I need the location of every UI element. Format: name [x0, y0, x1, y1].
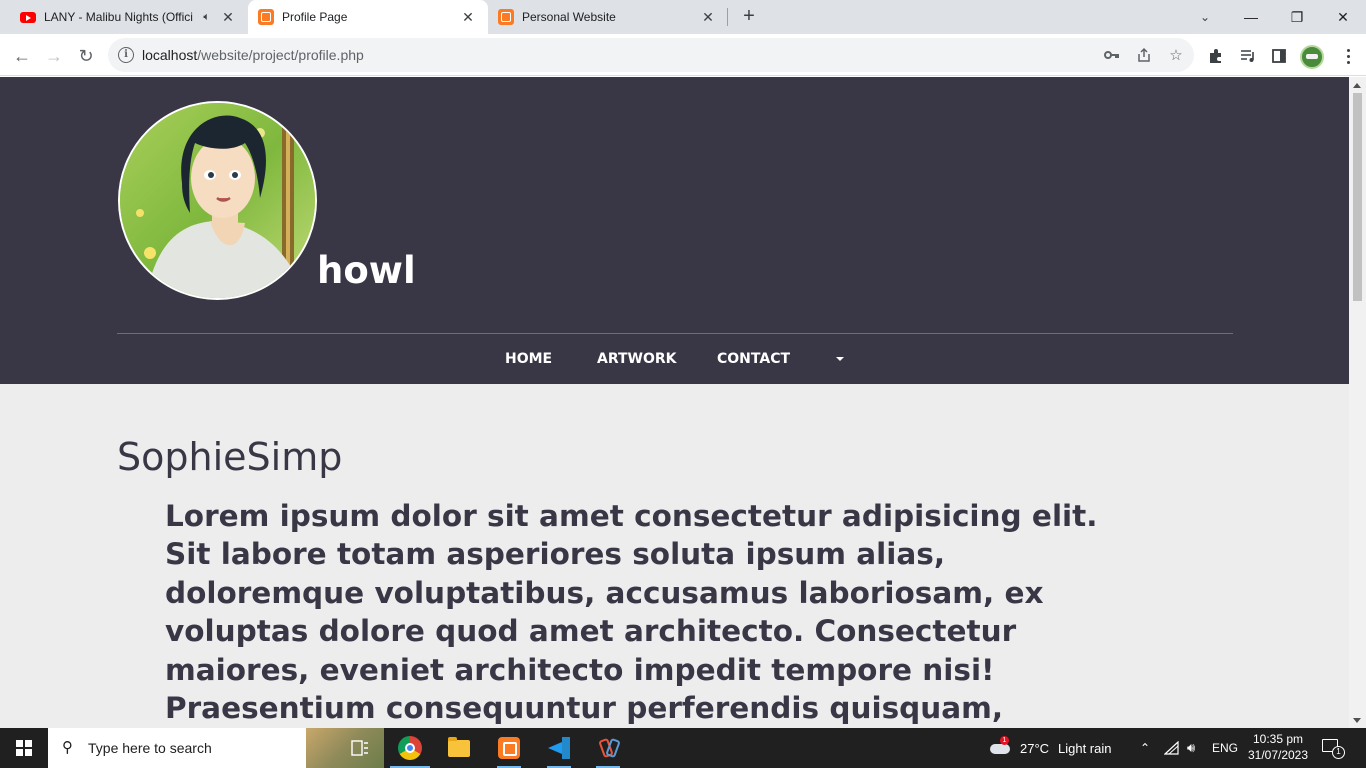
notification-count-badge: 1 — [1332, 746, 1345, 759]
site-header: howl HOME ARTWORK CONTACT — [0, 77, 1349, 384]
extensions-puzzle-icon[interactable] — [1205, 45, 1227, 67]
language-indicator[interactable]: ENG — [1212, 728, 1238, 768]
url-text[interactable]: localhost/website/project/profile.php — [142, 47, 364, 63]
back-arrow-icon[interactable]: ← — [8, 42, 36, 70]
notification-center-icon[interactable]: 1 — [1320, 736, 1346, 760]
xampp-icon — [258, 9, 274, 25]
close-tab-icon[interactable]: ✕ — [700, 9, 716, 26]
page-viewport: howl HOME ARTWORK CONTACT SophieSimp Lor… — [0, 77, 1349, 728]
xampp-icon — [498, 9, 514, 25]
youtube-icon — [20, 9, 36, 25]
page-scrollbar[interactable] — [1349, 77, 1366, 728]
reload-icon[interactable]: ↻ — [72, 42, 100, 70]
profile-display-name: SophieSimp — [117, 435, 343, 479]
scroll-down-arrow-icon[interactable] — [1353, 718, 1361, 723]
close-tab-icon[interactable]: ✕ — [460, 9, 476, 26]
weather-temp[interactable]: 27°C — [1020, 728, 1049, 768]
tab-personal-website[interactable]: Personal Website ✕ — [488, 0, 728, 34]
nav-artwork-link[interactable]: ARTWORK — [597, 351, 677, 367]
snipping-tool-icon[interactable] — [584, 728, 632, 768]
key-icon[interactable] — [1102, 45, 1122, 65]
tab-lany-youtube[interactable]: LANY - Malibu Nights (Offici 🔈︎ ✕ — [0, 0, 248, 34]
address-bar[interactable]: i localhost/website/project/profile.php … — [108, 38, 1194, 72]
clock-time: 10:35 pm — [1252, 732, 1304, 746]
windows-logo-icon — [16, 740, 32, 756]
share-icon[interactable] — [1134, 45, 1154, 65]
dropdown-caret-icon[interactable] — [836, 357, 844, 361]
forward-arrow-icon[interactable]: → — [40, 42, 68, 70]
profile-avatar[interactable] — [1300, 45, 1324, 69]
speaker-icon[interactable]: 🔈︎ — [203, 11, 210, 24]
scroll-up-arrow-icon[interactable] — [1353, 83, 1361, 88]
weather-condition[interactable]: Light rain — [1058, 728, 1111, 768]
profile-avatar-image — [118, 101, 317, 300]
restore-button[interactable]: ❐ — [1274, 0, 1320, 34]
browser-tab-strip: LANY - Malibu Nights (Offici 🔈︎ ✕ Profil… — [0, 0, 1366, 34]
volume-icon[interactable]: 🔊︎ — [1187, 728, 1195, 768]
search-placeholder: Type here to search — [88, 740, 212, 756]
search-icon: ⚲ — [62, 739, 73, 756]
side-panel-icon[interactable] — [1268, 45, 1290, 67]
chrome-icon[interactable] — [386, 728, 434, 768]
tab-title: LANY - Malibu Nights (Offici — [44, 10, 193, 24]
vscode-icon[interactable] — [535, 728, 583, 768]
taskbar-search[interactable]: ⚲ Type here to search — [48, 728, 384, 768]
chevron-down-icon[interactable]: ⌄ — [1192, 0, 1218, 34]
media-queue-icon[interactable] — [1237, 45, 1259, 67]
username-heading: howl — [317, 249, 416, 292]
tab-profile-page[interactable]: Profile Page ✕ — [248, 0, 488, 34]
close-window-button[interactable]: ✕ — [1320, 0, 1366, 34]
minimize-button[interactable]: — — [1228, 0, 1274, 34]
new-tab-button[interactable]: + — [737, 5, 761, 29]
scrollbar-thumb[interactable] — [1353, 93, 1362, 301]
weather-icon[interactable]: 1 — [990, 736, 1012, 756]
system-clock[interactable]: 10:35 pm 31/07/2023 — [1244, 731, 1312, 763]
more-menu-icon[interactable] — [1340, 45, 1356, 67]
tab-separator — [727, 8, 728, 26]
file-explorer-icon[interactable] — [435, 728, 483, 768]
xampp-icon[interactable] — [485, 728, 533, 768]
star-bookmark-icon[interactable]: ☆ — [1166, 45, 1186, 65]
windows-taskbar: ⚲ Type here to search 1 27°C Light rain … — [0, 728, 1366, 768]
tab-title: Profile Page — [282, 10, 348, 24]
task-view-icon[interactable] — [336, 728, 384, 768]
browser-toolbar: ← → ↻ i localhost/website/project/profil… — [0, 34, 1366, 76]
nav-home-link[interactable]: HOME — [505, 351, 552, 367]
wifi-icon[interactable] — [1164, 728, 1180, 768]
profile-bio-text: Lorem ipsum dolor sit amet consectetur a… — [165, 499, 1098, 726]
start-button[interactable] — [0, 728, 48, 768]
site-info-icon[interactable]: i — [118, 47, 134, 63]
chevron-up-icon[interactable]: ⌃ — [1140, 728, 1150, 768]
main-nav: HOME ARTWORK CONTACT — [0, 334, 1349, 384]
nav-contact-link[interactable]: CONTACT — [717, 351, 790, 367]
close-tab-icon[interactable]: ✕ — [220, 9, 236, 26]
tab-title: Personal Website — [522, 10, 616, 24]
clock-date: 31/07/2023 — [1247, 748, 1309, 762]
